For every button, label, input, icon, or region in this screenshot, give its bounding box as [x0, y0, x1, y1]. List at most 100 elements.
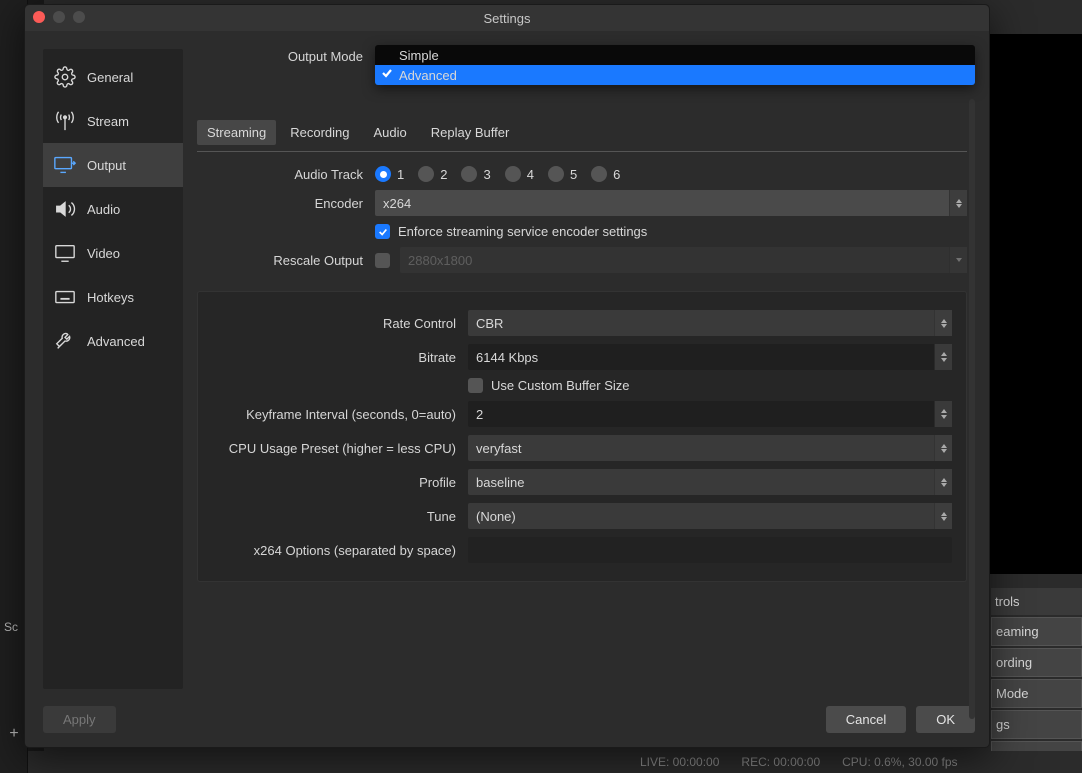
audio-track-radio-4[interactable]: 4 [505, 166, 534, 182]
add-scene-button[interactable]: + [4, 724, 24, 744]
output-mode-label: Output Mode [197, 49, 369, 64]
tab-recording[interactable]: Recording [280, 120, 359, 145]
settings-content: Output Mode Simple Advanced [197, 49, 975, 689]
spinner-arrows-icon [934, 401, 952, 427]
status-rec: REC: 00:00:00 [741, 755, 820, 769]
chevron-updown-icon [934, 435, 952, 461]
minimize-window-button [53, 11, 65, 23]
window-title: Settings [25, 11, 989, 26]
cpu-preset-value: veryfast [476, 441, 522, 456]
enforce-encoder-checkbox[interactable] [375, 224, 390, 239]
keyboard-icon [53, 285, 77, 309]
tab-streaming[interactable]: Streaming [197, 120, 276, 145]
apply-button: Apply [43, 706, 116, 733]
custom-buffer-checkbox[interactable] [468, 378, 483, 393]
rate-control-value: CBR [476, 316, 503, 331]
custom-buffer-label: Use Custom Buffer Size [491, 378, 629, 393]
rescale-output-select[interactable]: 2880x1800 [400, 247, 967, 273]
chevron-updown-icon [934, 310, 952, 336]
audio-track-radio-2[interactable]: 2 [418, 166, 447, 182]
tools-icon [53, 329, 77, 353]
sidebar-item-label: Stream [87, 114, 129, 129]
sidebar-item-label: Audio [87, 202, 120, 217]
sidebar-item-stream[interactable]: Stream [43, 99, 183, 143]
x264-options-label: x264 Options (separated by space) [212, 543, 462, 558]
bg-button[interactable]: Mode [991, 679, 1082, 708]
status-bar: LIVE: 00:00:00 REC: 00:00:00 CPU: 0.6%, … [0, 751, 1082, 773]
keyframe-interval-spinner[interactable]: 2 [468, 401, 952, 427]
keyframe-interval-value: 2 [476, 407, 483, 422]
scenes-label-fragment: Sc [4, 620, 18, 634]
spinner-arrows-icon [934, 344, 952, 370]
ok-button[interactable]: OK [916, 706, 975, 733]
sidebar-item-output[interactable]: Output [43, 143, 183, 187]
keyframe-interval-label: Keyframe Interval (seconds, 0=auto) [212, 407, 462, 422]
enforce-encoder-label: Enforce streaming service encoder settin… [398, 224, 647, 239]
dropdown-option-simple[interactable]: Simple [375, 45, 975, 65]
x264-options-input[interactable] [468, 537, 952, 563]
dialog-button-bar: Apply Cancel OK [25, 701, 989, 747]
bg-button[interactable]: gs [991, 710, 1082, 739]
monitor-icon [53, 241, 77, 265]
sidebar-item-audio[interactable]: Audio [43, 187, 183, 231]
status-cpu: CPU: 0.6%, 30.00 fps [842, 755, 957, 769]
output-tabs: Streaming Recording Audio Replay Buffer [197, 120, 967, 152]
controls-panel-title: trols [991, 588, 1082, 615]
chevron-updown-icon [934, 469, 952, 495]
controls-panel: trols eaming ording Mode gs t [991, 588, 1082, 770]
rescale-output-checkbox[interactable] [375, 253, 390, 268]
dropdown-option-advanced[interactable]: Advanced [375, 65, 975, 85]
profile-select[interactable]: baseline [468, 469, 952, 495]
audio-track-label: Audio Track [197, 167, 369, 182]
audio-track-radio-3[interactable]: 3 [461, 166, 490, 182]
bg-button[interactable]: ording [991, 648, 1082, 677]
rate-control-select[interactable]: CBR [468, 310, 952, 336]
audio-track-radio-1[interactable]: 1 [375, 166, 404, 182]
cancel-button[interactable]: Cancel [826, 706, 906, 733]
sidebar-item-general[interactable]: General [43, 55, 183, 99]
tune-label: Tune [212, 509, 462, 524]
audio-track-radio-5[interactable]: 5 [548, 166, 577, 182]
audio-track-radio-6[interactable]: 6 [591, 166, 620, 182]
rescale-output-label: Rescale Output [197, 253, 369, 268]
bg-button[interactable]: eaming [991, 617, 1082, 646]
tab-replay-buffer[interactable]: Replay Buffer [421, 120, 520, 145]
sidebar-item-video[interactable]: Video [43, 231, 183, 275]
chevron-updown-icon [949, 190, 967, 216]
cpu-preset-label: CPU Usage Preset (higher = less CPU) [212, 441, 462, 456]
tune-select[interactable]: (None) [468, 503, 952, 529]
encoder-select[interactable]: x264 [375, 190, 967, 216]
status-live: LIVE: 00:00:00 [640, 755, 719, 769]
maximize-window-button [73, 11, 85, 23]
tune-value: (None) [476, 509, 516, 524]
sidebar-item-label: Output [87, 158, 126, 173]
output-icon [53, 153, 77, 177]
output-mode-dropdown[interactable]: Simple Advanced [375, 45, 975, 85]
audio-track-radios: 1 2 3 4 5 6 [375, 166, 967, 182]
sidebar-item-advanced[interactable]: Advanced [43, 319, 183, 363]
speaker-icon [53, 197, 77, 221]
encoder-value: x264 [383, 196, 411, 211]
cpu-preset-select[interactable]: veryfast [468, 435, 952, 461]
chevron-updown-icon [934, 503, 952, 529]
gear-icon [53, 65, 77, 89]
rate-control-label: Rate Control [212, 316, 462, 331]
bitrate-label: Bitrate [212, 350, 462, 365]
tab-audio[interactable]: Audio [364, 120, 417, 145]
close-window-button[interactable] [33, 11, 45, 23]
bitrate-spinner[interactable]: 6144 Kbps [468, 344, 952, 370]
sidebar-item-hotkeys[interactable]: Hotkeys [43, 275, 183, 319]
scrollbar[interactable] [969, 99, 975, 719]
settings-sidebar: General Stream Output Audio [43, 49, 183, 689]
encoder-settings-panel: Rate Control CBR Bitrate 6144 Kbp [197, 291, 967, 582]
sidebar-item-label: Hotkeys [87, 290, 134, 305]
check-icon [381, 67, 393, 82]
chevron-down-icon [949, 247, 967, 273]
rescale-output-value: 2880x1800 [408, 253, 472, 268]
sidebar-item-label: General [87, 70, 133, 85]
sidebar-item-label: Advanced [87, 334, 145, 349]
bitrate-value: 6144 Kbps [476, 350, 538, 365]
sidebar-item-label: Video [87, 246, 120, 261]
antenna-icon [53, 109, 77, 133]
encoder-label: Encoder [197, 196, 369, 211]
